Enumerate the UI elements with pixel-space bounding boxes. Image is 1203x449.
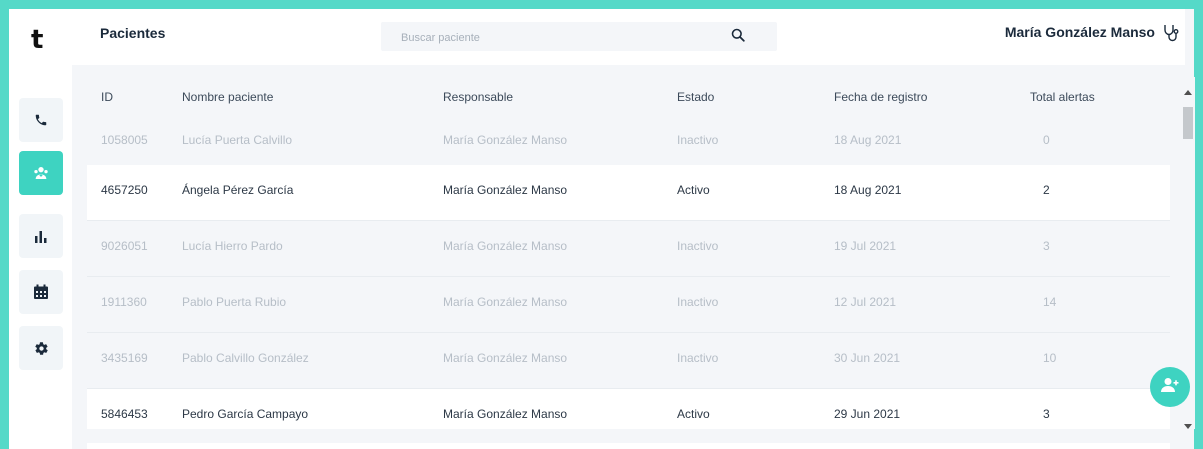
cell-alerts: 14 xyxy=(1043,295,1057,309)
user-name[interactable]: María González Manso xyxy=(925,24,1185,40)
header: Pacientes María González Manso xyxy=(72,9,1185,65)
cell-alerts: 3 xyxy=(1043,239,1050,253)
column-header-date[interactable]: Fecha de registro xyxy=(834,90,927,104)
table-header: ID Nombre paciente Responsable Estado Fe… xyxy=(87,77,1170,115)
table-footer xyxy=(87,443,1170,449)
cell-alerts: 0 xyxy=(1043,133,1050,147)
cell-id: 9026051 xyxy=(101,239,148,253)
cell-responsible: María González Manso xyxy=(443,295,568,309)
sidebar-item-settings[interactable] xyxy=(19,326,63,370)
app-logo: t xyxy=(31,25,44,55)
page-title: Pacientes xyxy=(100,25,166,41)
patients-table: ID Nombre paciente Responsable Estado Fe… xyxy=(87,77,1170,429)
sidebar-item-statistics[interactable] xyxy=(19,214,63,258)
scrollbar-thumb[interactable] xyxy=(1183,107,1193,139)
cell-name: Pedro García Campayo xyxy=(182,407,309,421)
column-header-alerts[interactable]: Total alertas xyxy=(1030,90,1095,104)
cell-alerts: 3 xyxy=(1043,407,1050,421)
search-icon[interactable] xyxy=(731,28,745,47)
add-patient-button[interactable] xyxy=(1150,367,1190,407)
cell-status: Activo xyxy=(677,183,710,197)
add-user-icon xyxy=(1161,377,1179,398)
cell-id: 4657250 xyxy=(101,183,148,197)
gear-icon xyxy=(34,341,49,356)
cell-alerts: 10 xyxy=(1043,351,1057,365)
cell-name: Ángela Pérez García xyxy=(182,183,294,197)
cell-name: Lucía Hierro Pardo xyxy=(182,239,283,253)
cell-name: Lucía Puerta Calvillo xyxy=(182,133,293,147)
table-row[interactable]: 3435169 Pablo Calvillo González María Go… xyxy=(87,333,1170,389)
column-header-id[interactable]: ID xyxy=(101,90,113,104)
cell-responsible: María González Manso xyxy=(443,133,568,147)
scroll-down-arrow-icon[interactable] xyxy=(1184,417,1192,435)
cell-status: Inactivo xyxy=(677,239,719,253)
cell-responsible: María González Manso xyxy=(443,407,568,421)
cell-responsible: María González Manso xyxy=(443,351,568,365)
sidebar-item-calendar[interactable] xyxy=(19,270,63,314)
cell-status: Activo xyxy=(677,407,710,421)
cell-alerts: 2 xyxy=(1043,183,1050,197)
cell-date: 12 Jul 2021 xyxy=(834,295,897,309)
cell-date: 18 Aug 2021 xyxy=(834,133,902,147)
cell-status: Inactivo xyxy=(677,133,719,147)
cell-name: Pablo Calvillo González xyxy=(182,351,309,365)
column-header-name[interactable]: Nombre paciente xyxy=(182,90,273,104)
cell-status: Inactivo xyxy=(677,295,719,309)
cell-date: 19 Jul 2021 xyxy=(834,239,897,253)
cell-id: 5846453 xyxy=(101,407,148,421)
search-input[interactable] xyxy=(381,22,733,53)
calendar-icon xyxy=(33,284,49,300)
table-row[interactable]: 4657250 Ángela Pérez García María Gonzál… xyxy=(87,165,1170,221)
cell-id: 3435169 xyxy=(101,351,148,365)
sidebar-item-patients[interactable] xyxy=(19,151,63,195)
cell-responsible: María González Manso xyxy=(443,239,568,253)
scroll-up-arrow-icon[interactable] xyxy=(1184,82,1192,100)
cell-date: 18 Aug 2021 xyxy=(834,183,902,197)
patients-icon xyxy=(33,166,49,180)
sidebar: t xyxy=(9,9,72,449)
cell-date: 30 Jun 2021 xyxy=(834,351,901,365)
cell-id: 1911360 xyxy=(101,295,147,309)
cell-id: 1058005 xyxy=(101,133,148,147)
column-header-responsible[interactable]: Responsable xyxy=(443,90,513,104)
cell-name: Pablo Puerta Rubio xyxy=(182,295,287,309)
cell-date: 29 Jun 2021 xyxy=(834,407,901,421)
table-row[interactable]: 1911360 Pablo Puerta Rubio María Gonzále… xyxy=(87,277,1170,333)
table-row[interactable]: 9026051 Lucía Hierro Pardo María Gonzále… xyxy=(87,221,1170,277)
sidebar-item-calls[interactable] xyxy=(19,98,63,142)
column-header-status[interactable]: Estado xyxy=(677,90,714,104)
table-row[interactable]: 5846453 Pedro García Campayo María Gonzá… xyxy=(87,389,1170,429)
table-row[interactable]: 1058005 Lucía Puerta Calvillo María Gonz… xyxy=(87,115,1170,171)
cell-status: Inactivo xyxy=(677,351,719,365)
phone-icon xyxy=(34,113,48,127)
stethoscope-icon[interactable] xyxy=(1163,24,1179,47)
cell-responsible: María González Manso xyxy=(443,183,568,197)
search-bar xyxy=(381,22,777,53)
bar-chart-icon xyxy=(34,229,48,243)
